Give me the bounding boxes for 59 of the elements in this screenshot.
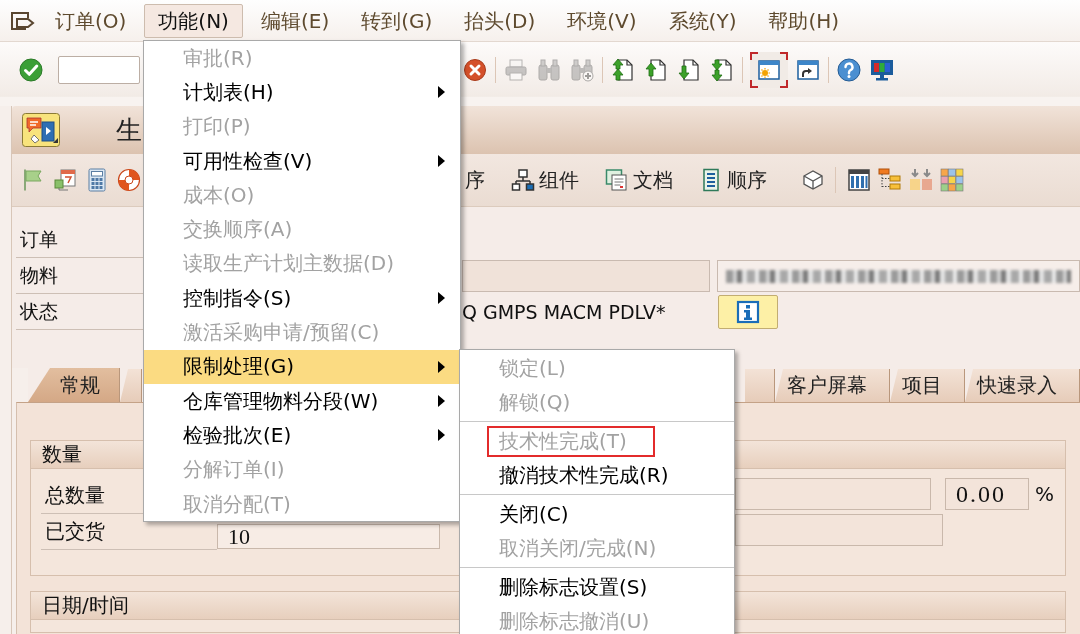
sequence-button[interactable]: 顺序 [696,165,770,195]
menu-bar-item[interactable]: 功能(N) [144,3,243,38]
tab[interactable]: 客户屏幕 [775,369,890,402]
status-text: Q GMPS MACM PDLV* [462,301,667,323]
binoculars-plus-icon [570,58,594,82]
help-button[interactable] [836,55,862,85]
info-icon [736,300,760,324]
table-icon [846,168,871,192]
screen-title: 生 [116,113,142,147]
value-field: 0.00 [945,478,1029,510]
page-up-arrow-icon [644,58,668,82]
monitor-icon [870,58,894,82]
menu-item[interactable]: 可用性检查(V) [144,143,460,179]
menu-bar-item[interactable]: 系统(Y) [654,3,751,38]
menu-item[interactable]: 控制指令(S) [144,281,460,316]
check-icon [19,58,43,82]
printer-icon [504,58,528,82]
menu-item[interactable]: 计划表(H) [144,75,460,110]
menu-bar-item[interactable]: 编辑(E) [246,3,344,38]
lifebuoy-icon [116,168,141,192]
tab[interactable]: 常规 [28,368,120,402]
components-button[interactable]: 组件 [508,165,582,195]
documents-button[interactable]: 文档 [602,165,676,195]
unit-label: % [1035,481,1054,508]
menu-bar-item[interactable]: 环境(V) [553,3,651,38]
menu-bar-item[interactable]: 抬头(D) [450,3,550,38]
cancel-icon [463,58,487,82]
submenu-item[interactable]: 关闭(C) [460,497,734,532]
input-field[interactable] [735,514,943,546]
command-field[interactable] [58,56,140,84]
value-field: 10 [217,524,440,549]
tree-icon [877,168,902,192]
document-icon [605,168,629,192]
page-double-down-arrow-icon [710,58,734,82]
page-down-arrow-icon [677,58,701,82]
cube-icon [800,168,825,192]
window-menu-icon[interactable] [10,10,36,31]
help-icon [837,58,861,82]
hierarchy-icon [511,168,535,192]
enter-button[interactable] [18,55,44,85]
down-arrows-icon [908,168,933,192]
tab[interactable]: 项目 [890,369,965,402]
binoculars-icon [537,58,561,82]
toolbar-button[interactable]: 序 [462,165,488,195]
tab[interactable]: 快速录入 [965,369,1080,402]
grid-button[interactable] [939,165,964,195]
chat-document-icon [22,113,60,147]
info-button[interactable] [718,295,778,329]
menu-bar-item[interactable]: 帮助(H) [754,3,854,38]
window-sun-icon [757,58,781,82]
grid-icon [939,168,964,192]
calendar-page-icon [52,168,77,192]
menu-item[interactable]: 限制处理(G) [144,349,460,384]
menu-bar-item[interactable]: 转到(G) [347,3,447,38]
input-field[interactable] [735,478,931,510]
page-double-up-arrow-icon [611,58,635,82]
menu-bar-item[interactable]: 订单(O) [41,3,141,38]
new-session-button[interactable] [750,52,788,88]
menu-item[interactable]: 仓库管理物料分段(W) [144,383,460,419]
